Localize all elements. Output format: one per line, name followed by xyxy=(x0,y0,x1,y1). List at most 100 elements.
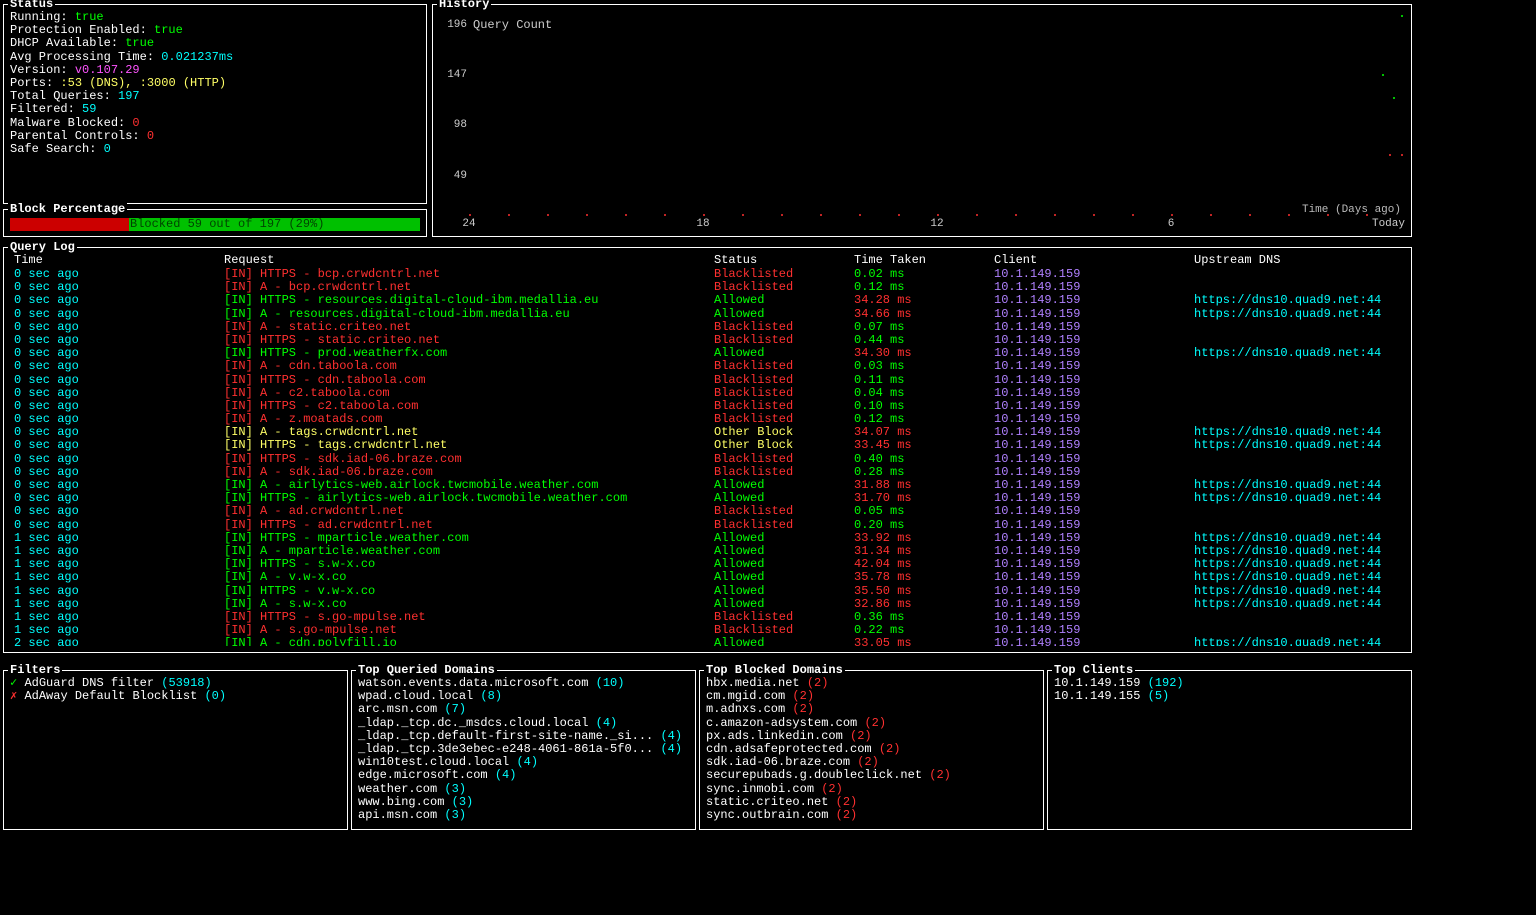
query-log-row[interactable]: 1 sec ago[IN] HTTPS - v.w-x.coAllowed35.… xyxy=(10,585,1405,598)
status-dhcp-label: DHCP Available: xyxy=(10,36,125,50)
list-domain: hbx.media.net xyxy=(706,677,800,690)
list-count: (4) xyxy=(596,716,618,730)
query-log-row[interactable]: 1 sec ago[IN] A - s.go-mpulse.netBlackli… xyxy=(10,624,1405,637)
filter-item[interactable]: ✗ AdAway Default Blocklist (0) xyxy=(10,690,341,703)
query-log-row[interactable]: 0 sec ago[IN] A - ad.crwdcntrl.netBlackl… xyxy=(10,505,1405,518)
block-percentage-panel: Block Percentage Blocked 59 out of 197 (… xyxy=(3,209,427,237)
qlog-upstream: https://dns10.quad9.net:44 xyxy=(1190,479,1405,492)
qlog-client: 10.1.149.159 xyxy=(990,505,1190,518)
query-log-row[interactable]: 0 sec ago[IN] A - c2.taboola.comBlacklis… xyxy=(10,387,1405,400)
query-log-row[interactable]: 1 sec ago[IN] HTTPS - s.w-x.coAllowed42.… xyxy=(10,558,1405,571)
history-point-blocked xyxy=(742,214,744,216)
query-log-row[interactable]: 0 sec ago[IN] A - z.moatads.comBlacklist… xyxy=(10,413,1405,426)
history-x-tick: 24 xyxy=(462,218,475,230)
list-item[interactable]: 10.1.149.155 (5) xyxy=(1054,690,1405,703)
qlog-upstream: https://dns10.quad9.net:44 xyxy=(1190,571,1405,584)
list-domain: m.adnxs.com xyxy=(706,702,785,716)
qlog-time-taken: 35.78 ms xyxy=(850,571,990,584)
list-count: (7) xyxy=(444,702,466,716)
qlog-time: 0 sec ago xyxy=(10,360,220,373)
qlog-upstream: https://dns10.quad9.net:44 xyxy=(1190,558,1405,571)
query-log-row[interactable]: 0 sec ago[IN] HTTPS - resources.digital-… xyxy=(10,294,1405,307)
qlog-h-upstream: Upstream DNS xyxy=(1190,254,1405,268)
query-log-row[interactable]: 1 sec ago[IN] A - s.w-x.coAllowed32.86 m… xyxy=(10,598,1405,611)
qlog-time-taken: 0.10 ms xyxy=(850,400,990,413)
qlog-request: [IN] A - cdn.polyfill.io xyxy=(220,637,710,646)
list-domain: sync.inmobi.com xyxy=(706,782,814,796)
top-clients-panel: Top Clients 10.1.149.159 (192)10.1.149.1… xyxy=(1047,670,1412,830)
qlog-time-taken: 42.04 ms xyxy=(850,558,990,571)
query-log-row[interactable]: 0 sec ago[IN] HTTPS - airlytics-web.airl… xyxy=(10,492,1405,505)
qlog-client: 10.1.149.159 xyxy=(990,281,1190,294)
list-count: (2) xyxy=(792,702,814,716)
history-point-blocked xyxy=(547,214,549,216)
qlog-time-taken: 0.02 ms xyxy=(850,268,990,281)
status-total-label: Total Queries: xyxy=(10,89,118,103)
qlog-time-taken: 0.28 ms xyxy=(850,466,990,479)
list-item[interactable]: api.msn.com (3) xyxy=(358,809,689,822)
query-log-row[interactable]: 0 sec ago[IN] HTTPS - cdn.taboola.comBla… xyxy=(10,374,1405,387)
query-log-row[interactable]: 2 sec ago[IN] A - cdn.polyfill.ioAllowed… xyxy=(10,637,1405,646)
qlog-time-taken: 0.11 ms xyxy=(850,374,990,387)
qlog-time: 0 sec ago xyxy=(10,453,220,466)
qlog-client: 10.1.149.159 xyxy=(990,585,1190,598)
list-domain: _ldap._tcp.3de3ebec-e248-4061-861a-5f0..… xyxy=(358,742,653,756)
x-icon: ✗ xyxy=(10,689,17,703)
qlog-client: 10.1.149.159 xyxy=(990,519,1190,532)
query-log-title: Query Log xyxy=(8,241,77,254)
query-log-row[interactable]: 0 sec ago[IN] A - static.criteo.netBlack… xyxy=(10,321,1405,334)
qlog-time-taken: 34.30 ms xyxy=(850,347,990,360)
list-domain: _ldap._tcp.dc._msdcs.cloud.local xyxy=(358,716,588,730)
query-log-row[interactable]: 0 sec ago[IN] HTTPS - prod.weatherfx.com… xyxy=(10,347,1405,360)
history-point-blocked xyxy=(781,214,783,216)
status-title: Status xyxy=(8,0,55,11)
list-domain: wpad.cloud.local xyxy=(358,689,473,703)
list-count: (2) xyxy=(864,716,886,730)
query-log-row[interactable]: 1 sec ago[IN] HTTPS - mparticle.weather.… xyxy=(10,532,1405,545)
qlog-upstream: https://dns10.quad9.net:44 xyxy=(1190,294,1405,307)
qlog-status: Other Block xyxy=(710,439,850,452)
list-count: (3) xyxy=(444,782,466,796)
top-queried-title: Top Queried Domains xyxy=(356,664,497,677)
query-log-row[interactable]: 0 sec ago[IN] HTTPS - c2.taboola.comBlac… xyxy=(10,400,1405,413)
qlog-time-taken: 33.45 ms xyxy=(850,439,990,452)
qlog-client: 10.1.149.159 xyxy=(990,426,1190,439)
history-y-tick: 147 xyxy=(439,69,467,81)
qlog-time: 0 sec ago xyxy=(10,294,220,307)
history-x-tick: 6 xyxy=(1168,218,1175,230)
query-log-row[interactable]: 0 sec ago[IN] HTTPS - bcp.crwdcntrl.netB… xyxy=(10,268,1405,281)
list-count: (2) xyxy=(836,795,858,809)
query-log-row[interactable]: 0 sec ago[IN] A - sdk.iad-06.braze.comBl… xyxy=(10,466,1405,479)
list-domain: edge.microsoft.com xyxy=(358,768,488,782)
query-log-row[interactable]: 1 sec ago[IN] A - v.w-x.coAllowed35.78 m… xyxy=(10,571,1405,584)
qlog-time: 0 sec ago xyxy=(10,492,220,505)
query-log-row[interactable]: 0 sec ago[IN] HTTPS - ad.crwdcntrl.netBl… xyxy=(10,519,1405,532)
history-x-tick: 18 xyxy=(696,218,709,230)
query-log-row[interactable]: 1 sec ago[IN] HTTPS - s.go-mpulse.netBla… xyxy=(10,611,1405,624)
query-log-panel: Query Log Time Request Status Time Taken… xyxy=(3,247,1412,653)
query-log-row[interactable]: 0 sec ago[IN] A - cdn.taboola.comBlackli… xyxy=(10,360,1405,373)
qlog-time-taken: 0.07 ms xyxy=(850,321,990,334)
qlog-status: Allowed xyxy=(710,294,850,307)
history-point-blocked xyxy=(976,214,978,216)
list-count: (4) xyxy=(516,755,538,769)
list-count: (2) xyxy=(879,742,901,756)
qlog-time: 0 sec ago xyxy=(10,426,220,439)
query-log-row[interactable]: 0 sec ago[IN] HTTPS - tags.crwdcntrl.net… xyxy=(10,439,1405,452)
query-log-row[interactable]: 1 sec ago[IN] A - mparticle.weather.comA… xyxy=(10,545,1405,558)
query-log-row[interactable]: 0 sec ago[IN] A - resources.digital-clou… xyxy=(10,308,1405,321)
qlog-status: Allowed xyxy=(710,347,850,360)
list-domain: 10.1.149.159 xyxy=(1054,677,1140,690)
list-domain: weather.com xyxy=(358,782,437,796)
query-log-row[interactable]: 0 sec ago[IN] HTTPS - sdk.iad-06.braze.c… xyxy=(10,453,1405,466)
top-queried-panel: Top Queried Domains watson.events.data.m… xyxy=(351,670,696,830)
query-log-row[interactable]: 0 sec ago[IN] A - bcp.crwdcntrl.netBlack… xyxy=(10,281,1405,294)
query-log-row[interactable]: 0 sec ago[IN] A - tags.crwdcntrl.netOthe… xyxy=(10,426,1405,439)
query-log-row[interactable]: 0 sec ago[IN] A - airlytics-web.airlock.… xyxy=(10,479,1405,492)
list-domain: watson.events.data.microsoft.com xyxy=(358,677,588,690)
query-log-row[interactable]: 0 sec ago[IN] HTTPS - static.criteo.netB… xyxy=(10,334,1405,347)
history-point-allowed xyxy=(1401,15,1403,17)
list-item[interactable]: sync.outbrain.com (2) xyxy=(706,809,1037,822)
check-icon: ✓ xyxy=(10,677,17,690)
qlog-status: Allowed xyxy=(710,479,850,492)
